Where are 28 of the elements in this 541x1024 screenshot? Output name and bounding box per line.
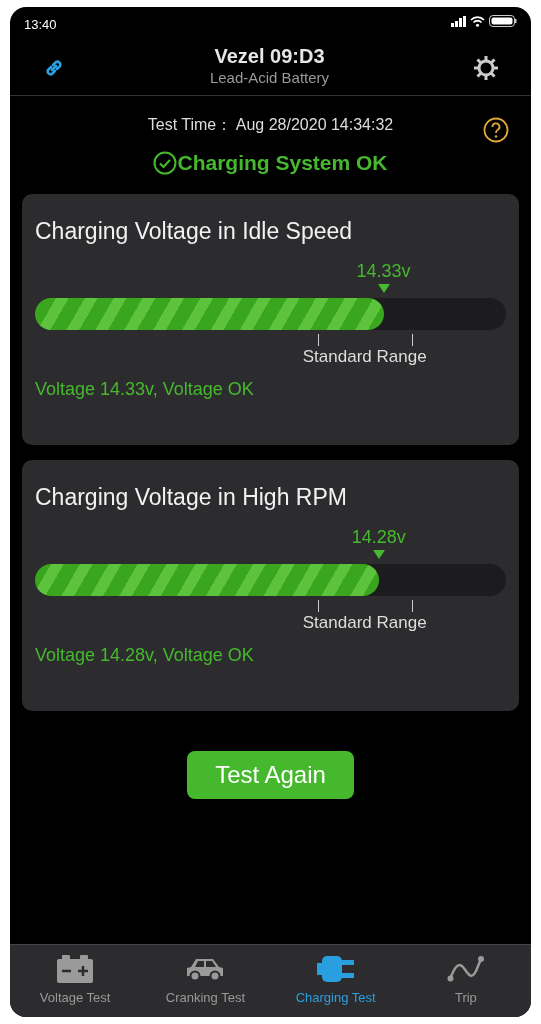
tab[interactable]: Charging Test xyxy=(270,945,401,1017)
device-title: Vezel 09:D3 xyxy=(213,45,326,68)
route-icon xyxy=(446,955,485,983)
card-title: Charging Voltage in Idle Speed xyxy=(35,216,354,246)
plug-icon xyxy=(316,955,355,983)
range-label: Standard Range xyxy=(302,346,427,368)
battery-icon xyxy=(57,955,94,983)
marker-icon xyxy=(377,284,390,293)
voltage-reading: 14.33v xyxy=(356,260,411,283)
voltage-reading: 14.28v xyxy=(351,526,406,549)
voltage-message: Voltage 14.28v, Voltage OK xyxy=(35,644,255,667)
signal-icon xyxy=(451,15,466,27)
tab[interactable]: Trip xyxy=(400,945,531,1017)
marker-icon xyxy=(372,550,385,559)
test-time: Test Time： Aug 28/2020 14:34:32 xyxy=(147,116,394,133)
card-title: Charging Voltage in High RPM xyxy=(35,482,348,512)
voltage-message: Voltage 14.33v, Voltage OK xyxy=(35,378,255,401)
result-status: Charging System OK xyxy=(177,150,388,176)
battery-type: Lead-Acid Battery xyxy=(209,68,330,89)
range-label: Standard Range xyxy=(302,612,427,634)
test-again-button[interactable]: Test Again xyxy=(187,750,354,799)
settings-icon[interactable] xyxy=(473,54,499,81)
help-icon[interactable] xyxy=(483,117,509,143)
wifi-icon xyxy=(470,15,485,27)
battery-icon xyxy=(489,15,517,27)
tab[interactable]: Cranking Test xyxy=(140,945,271,1017)
tab[interactable]: Voltage Test xyxy=(10,945,141,1017)
status-time: 13:40 xyxy=(24,16,57,34)
